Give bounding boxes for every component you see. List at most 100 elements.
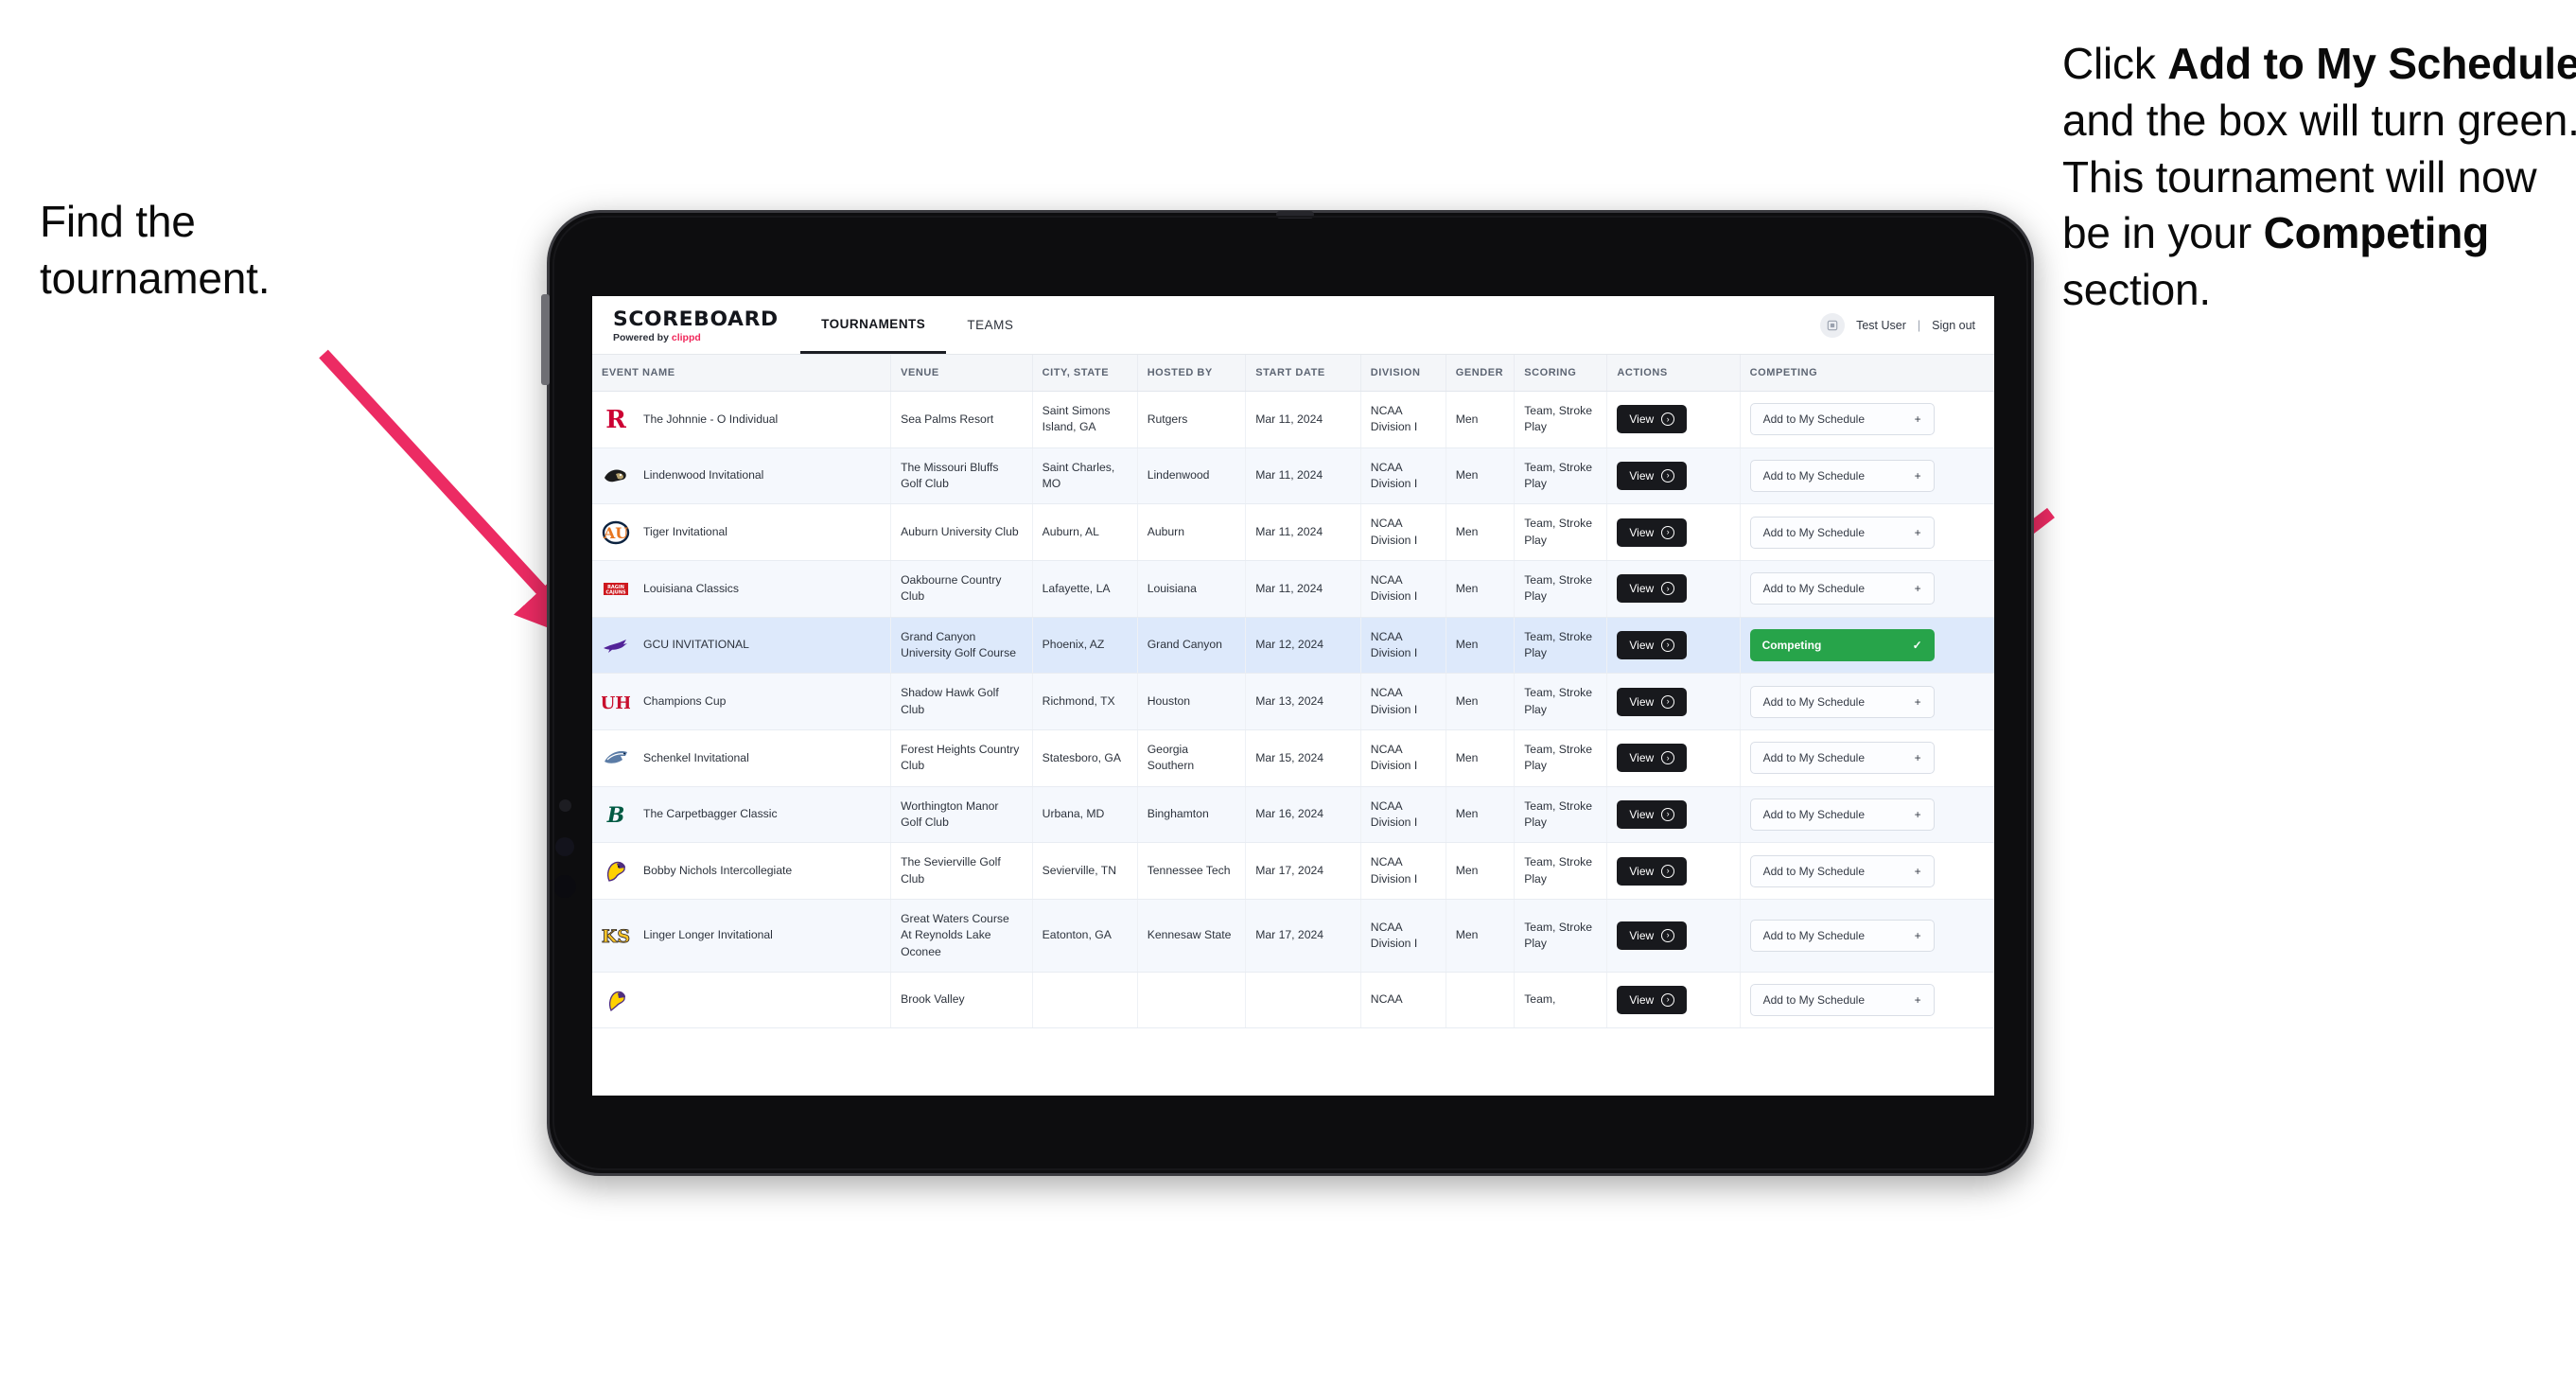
table-row[interactable]: B The Carpetbagger Classic Worthington Man… — [592, 786, 1994, 844]
table-row[interactable]: GCU INVITATIONAL Grand Canyon University … — [592, 617, 1994, 675]
division-text: NCAA Division I — [1370, 517, 1418, 547]
cell-city-state — [1032, 972, 1138, 1028]
cell-city-state: Phoenix, AZ — [1032, 617, 1138, 675]
tab-tournaments[interactable]: TOURNAMENTS — [800, 296, 947, 354]
column-header-event-name[interactable]: EVENT NAME — [592, 355, 892, 392]
table-row[interactable]: R The Johnnie - O Individual Sea Palms Res… — [592, 391, 1994, 448]
cell-venue: The Missouri Bluffs Golf Club — [890, 447, 1033, 505]
city-state-text: Urbana, MD — [1042, 807, 1105, 821]
hosted-by-text: Binghamton — [1147, 807, 1209, 821]
add-to-my-schedule-button[interactable]: Add to My Schedule + — [1749, 983, 1935, 1016]
annotation-right: Click Add to My Schedule and the box wil… — [2062, 36, 2576, 319]
cell-gender: Men — [1446, 729, 1516, 787]
hosted-by-text: Louisiana — [1147, 581, 1197, 595]
plus-icon: + — [1914, 807, 1921, 821]
home-button[interactable] — [553, 875, 576, 898]
view-button[interactable]: View › — [1617, 461, 1688, 490]
add-to-my-schedule-button[interactable]: Add to My Schedule + — [1749, 572, 1935, 605]
cell-start-date: Mar 11, 2024 — [1245, 447, 1361, 505]
column-header-start-date[interactable]: START DATE — [1245, 355, 1361, 392]
brand-powered-by: Powered by clippd — [613, 332, 772, 343]
view-button[interactable]: View › — [1617, 985, 1688, 1014]
add-to-my-schedule-button[interactable]: Add to My Schedule + — [1749, 516, 1935, 549]
cell-hosted-by: Lindenwood — [1137, 447, 1247, 505]
column-header-city-state[interactable]: CITY, STATE — [1032, 355, 1138, 392]
table-row[interactable]: Brook Valley NCAA Team, View › Add to My Sche… — [592, 972, 1994, 1028]
venue-text: The Sevierville Golf Club — [901, 855, 1001, 886]
hosted-by-text: Houston — [1147, 693, 1191, 708]
cell-division: NCAA Division I — [1360, 391, 1446, 448]
scoring-text: Team, Stroke Play — [1524, 517, 1592, 547]
sign-out-link[interactable]: Sign out — [1932, 319, 1975, 332]
hosted-by-text: Georgia Southern — [1147, 742, 1195, 773]
cell-venue: Grand Canyon University Golf Course — [890, 617, 1033, 675]
tournaments-table-container[interactable]: EVENT NAME VENUE CITY, STATE HOSTED BY START… — [592, 355, 1994, 1096]
cell-event-name: R The Johnnie - O Individual — [592, 391, 892, 448]
table-row[interactable]: Schenkel Invitational Forest Heights Coun… — [592, 729, 1994, 787]
cell-event-name — [592, 972, 892, 1028]
cell-division: NCAA Division I — [1360, 729, 1446, 787]
competing-badge[interactable]: Competing ✓ — [1749, 628, 1935, 661]
tab-teams[interactable]: TEAMS — [946, 296, 1034, 354]
add-to-my-schedule-button[interactable]: Add to My Schedule + — [1749, 742, 1935, 775]
cell-venue: Auburn University Club — [890, 503, 1033, 561]
volume-up-button[interactable] — [559, 799, 571, 812]
table-row[interactable]: RAGIN CAJUNS Louisiana Classics Oakbourne C… — [592, 560, 1994, 618]
view-button[interactable]: View › — [1617, 921, 1688, 950]
column-header-venue[interactable]: VENUE — [890, 355, 1033, 392]
view-button-label: View — [1629, 928, 1655, 942]
column-header-competing[interactable]: COMPETING — [1740, 355, 1994, 392]
arrow-right-circle-icon: › — [1661, 412, 1675, 427]
view-button[interactable]: View › — [1617, 856, 1688, 886]
volume-down-button[interactable] — [555, 837, 574, 856]
view-button[interactable]: View › — [1617, 799, 1688, 829]
cell-event-name: B The Carpetbagger Classic — [592, 786, 892, 844]
table-row[interactable]: Bobby Nichols Intercollegiate The Sevierv… — [592, 842, 1994, 900]
user-avatar-icon[interactable] — [1820, 312, 1846, 338]
table-row[interactable]: UH Champions Cup Shadow Hawk Golf Club Rich… — [592, 673, 1994, 730]
cell-event-name: Lindenwood Invitational — [592, 447, 892, 505]
division-text: NCAA Division I — [1370, 855, 1418, 886]
table-row[interactable]: AU Tiger Invitational Auburn University Cl… — [592, 503, 1994, 561]
view-button[interactable]: View › — [1617, 405, 1688, 434]
start-date-text: Mar 13, 2024 — [1255, 693, 1324, 708]
arrow-right-circle-icon: › — [1661, 468, 1675, 482]
view-button[interactable]: View › — [1617, 518, 1688, 547]
cell-start-date: Mar 11, 2024 — [1245, 391, 1361, 448]
cell-scoring: Team, Stroke Play — [1514, 560, 1608, 618]
table-row[interactable]: Lindenwood Invitational The Missouri Bluf… — [592, 447, 1994, 505]
cell-hosted-by: Grand Canyon — [1137, 617, 1247, 675]
scoring-text: Team, Stroke Play — [1524, 855, 1592, 886]
event-name-text: GCU INVITATIONAL — [643, 638, 749, 652]
cell-division: NCAA Division I — [1360, 447, 1446, 505]
plus-icon: + — [1914, 412, 1921, 427]
add-to-my-schedule-button[interactable]: Add to My Schedule + — [1749, 685, 1935, 718]
view-button[interactable]: View › — [1617, 630, 1688, 659]
add-to-my-schedule-button[interactable]: Add to My Schedule + — [1749, 798, 1935, 831]
city-state-text: Sevierville, TN — [1042, 863, 1116, 877]
table-row[interactable]: KS Linger Longer Invitational Great Waters… — [592, 899, 1994, 973]
column-header-hosted-by[interactable]: HOSTED BY — [1137, 355, 1247, 392]
view-button[interactable]: View › — [1617, 687, 1688, 716]
column-header-gender[interactable]: GENDER — [1446, 355, 1516, 392]
power-button[interactable] — [541, 294, 550, 385]
svg-text:KS: KS — [602, 926, 630, 947]
cell-gender: Men — [1446, 673, 1516, 730]
column-header-scoring[interactable]: SCORING — [1514, 355, 1608, 392]
scoring-text: Team, Stroke Play — [1524, 460, 1592, 490]
cell-competing: Add to My Schedule + — [1740, 391, 1994, 448]
add-to-my-schedule-button[interactable]: Add to My Schedule + — [1749, 459, 1935, 492]
column-header-division[interactable]: DIVISION — [1360, 355, 1446, 392]
column-header-actions[interactable]: ACTIONS — [1606, 355, 1741, 392]
view-button[interactable]: View › — [1617, 574, 1688, 604]
houston-uh-logo: UH — [602, 688, 630, 716]
cell-scoring: Team, Stroke Play — [1514, 786, 1608, 844]
add-to-my-schedule-button[interactable]: Add to My Schedule + — [1749, 854, 1935, 887]
cell-venue: Shadow Hawk Golf Club — [890, 673, 1033, 730]
view-button[interactable]: View › — [1617, 744, 1688, 773]
cell-actions: View › — [1606, 786, 1741, 844]
add-to-my-schedule-button[interactable]: Add to My Schedule + — [1749, 919, 1935, 952]
cell-gender: Men — [1446, 503, 1516, 561]
add-to-my-schedule-button[interactable]: Add to My Schedule + — [1749, 403, 1935, 436]
brand-logo[interactable]: SCOREBOARD Powered by clippd — [613, 296, 800, 354]
